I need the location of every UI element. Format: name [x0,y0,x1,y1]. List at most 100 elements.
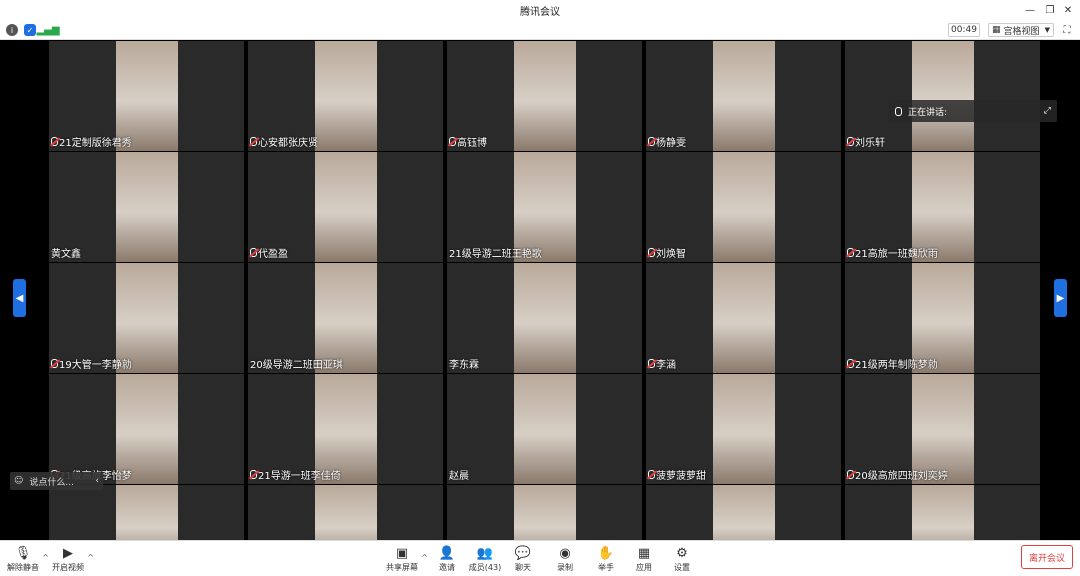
emoji-icon[interactable]: ☺ [14,476,23,486]
participant-name: 赵晨 [449,467,469,482]
participant-name: 黄文鑫 [51,245,81,260]
share-screen-icon: ▣ [395,546,409,561]
apps-icon: ▦ [637,546,651,561]
record-label: 录制 [557,563,573,572]
participant-name-text: 21定制版徐君秀 [59,138,132,149]
restore-icon[interactable]: ❐ [1042,2,1058,18]
status-bar: i ✓ ▂▄▆ [0,20,1080,40]
participant-video [912,41,974,151]
camera-off-icon: ▶ [63,546,73,561]
share-screen-button[interactable]: ▣ 共享屏幕 ^ [382,545,428,575]
participant-name-text: 李涵 [656,360,676,371]
speaking-label: 正在讲话: [908,107,948,118]
participant-tile[interactable]: 20级高旅四班刘奕婷 [845,374,1040,484]
participant-tile[interactable]: 19大管一李静勍 [49,263,244,373]
members-button[interactable]: 👥 成员(43) [465,545,505,575]
chat-label: 聊天 [515,563,531,572]
prev-page-arrow[interactable]: ◀ [13,279,26,317]
invite-button[interactable]: 👤 邀请 [427,545,467,575]
invite-label: 邀请 [439,563,455,572]
apps-label: 应用 [636,563,652,572]
window-title: 腾讯会议 [520,7,560,18]
participant-tile[interactable]: 21级两年制陈梦勍 [845,263,1040,373]
mic-muted-icon [648,137,655,146]
participant-tile[interactable]: 刘焕智 [646,152,841,262]
unmute-label: 解除静音 [7,563,39,572]
participant-tile[interactable]: 21级高旅李怡梦 [49,374,244,484]
meeting-timer: 00:49 [948,23,980,37]
leave-meeting-button[interactable]: 离开会议 [1021,545,1073,569]
meeting-toolbar: 🎙 解除静音 ^ ▶ 开启视频 ^ ▣ 共享屏幕 ^ 👤 邀请 👥 成员(43)… [0,540,1080,576]
participant-name-text: 19大管一李静勍 [59,360,132,371]
participant-tile[interactable]: 21级导游二班王艳歌 [447,152,642,262]
share-screen-label: 共享屏幕 [386,563,418,572]
participant-name: 高钰博 [449,134,487,149]
raise-hand-button[interactable]: ✋ 举手 [586,545,626,575]
chat-quick-input[interactable]: ☺ 说点什么... ‹ [10,472,103,490]
members-icon: 👥 [476,546,494,561]
participant-tile[interactable]: 黄文鑫 [49,152,244,262]
participant-name-text: 黄文鑫 [51,249,81,260]
participant-tile[interactable]: 李涵 [646,263,841,373]
participant-video [514,41,576,151]
info-icon[interactable]: i [6,24,18,36]
participant-video [315,152,377,262]
participant-tile[interactable]: 杨静雯 [646,41,841,151]
participant-name: 21定制版徐君秀 [51,134,132,149]
participant-tile[interactable]: 代盈盈 [248,152,443,262]
settings-button[interactable]: ⚙ 设置 [662,545,702,575]
mic-muted-icon [51,137,58,146]
next-page-arrow[interactable]: ▶ [1054,279,1067,317]
start-video-button[interactable]: ▶ 开启视频 ^ [48,545,94,575]
mic-muted-icon [449,137,456,146]
participant-tile[interactable]: 21导游一班李佳倚 [248,374,443,484]
mic-muted-icon [847,248,854,257]
participant-video [713,152,775,262]
participant-name: 李涵 [648,356,676,371]
participant-name-text: 21级两年制陈梦勍 [855,360,938,371]
participant-tile[interactable]: 20级导游二班田亚琪 [248,263,443,373]
participant-name: 杨静雯 [648,134,686,149]
pin-icon[interactable]: ⤢ [1044,106,1051,116]
mic-muted-icon [847,137,854,146]
chevron-up-icon[interactable]: ^ [87,553,94,562]
view-switch-button[interactable]: ▦ 宫格视图 ▼ [988,23,1054,37]
participant-tile[interactable]: 刘乐轩 [845,41,1040,151]
apps-button[interactable]: ▦ 应用 [624,545,664,575]
participant-tile[interactable]: 赵晨 [447,374,642,484]
mic-muted-icon [250,137,257,146]
chat-button[interactable]: 💬 聊天 [503,545,543,575]
mic-muted-icon [648,359,655,368]
shield-icon[interactable]: ✓ [24,24,36,36]
participant-tile[interactable]: 菠萝菠萝甜 [646,374,841,484]
record-button[interactable]: ◉ 录制 [545,545,585,575]
participant-name: 李东霖 [449,356,479,371]
participant-tile[interactable]: 21高旅一班魏欣雨 [845,152,1040,262]
participant-name-text: 李东霖 [449,360,479,371]
participant-name: 21级两年制陈梦勍 [847,356,938,371]
mic-icon [895,106,902,116]
signal-icon[interactable]: ▂▄▆ [36,24,59,36]
participant-name-text: 21导游一班李佳倚 [258,471,341,482]
unmute-button[interactable]: 🎙 解除静音 ^ [3,545,49,575]
participant-name: 刘焕智 [648,245,686,260]
close-icon[interactable]: ✕ [1060,2,1076,18]
participant-tile[interactable]: 李东霖 [447,263,642,373]
minimize-icon[interactable]: — [1022,2,1038,18]
invite-icon: 👤 [438,546,456,561]
participant-name-text: 20级高旅四班刘奕婷 [855,471,948,482]
fullscreen-icon[interactable]: ⛶ [1060,23,1074,37]
participant-name: 20级高旅四班刘奕婷 [847,467,948,482]
participant-tile[interactable]: 高钰博 [447,41,642,151]
chevron-left-icon[interactable]: ‹ [95,476,99,486]
participant-name-text: 心安都张庆贤 [258,138,318,149]
mic-muted-icon: 🎙 [14,546,32,561]
participant-video [514,263,576,373]
view-label: 宫格视图 [1003,26,1040,37]
participant-video [713,41,775,151]
participant-tile[interactable]: 心安都张庆贤 [248,41,443,151]
participant-tile[interactable]: 21定制版徐君秀 [49,41,244,151]
video-grid: 21定制版徐君秀 心安都张庆贤 高钰博 杨静雯 刘乐轩黄文鑫 代盈盈 21级导游二班王艳歌 刘… [49,41,1040,563]
participant-name: 菠萝菠萝甜 [648,467,706,482]
participant-video [713,374,775,484]
